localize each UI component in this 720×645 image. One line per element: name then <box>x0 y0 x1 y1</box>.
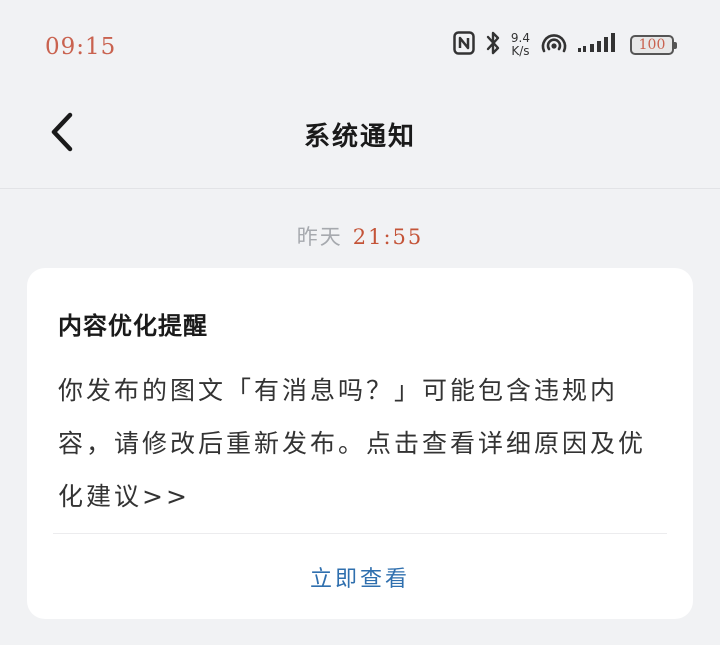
status-bar: 09:15 9.4 K/s 100 <box>0 0 720 92</box>
nfc-icon <box>453 31 475 59</box>
message-time: 21:55 <box>352 225 424 249</box>
card-divider <box>53 533 667 534</box>
network-speed: 9.4 K/s <box>511 32 530 58</box>
hotspot-icon <box>540 31 568 59</box>
notification-body[interactable]: 你发布的图文「有消息吗？」可能包含违规内容，请修改后重新发布。点击查看详细原因及… <box>58 364 664 523</box>
network-speed-unit: K/s <box>511 44 530 58</box>
battery-level: 100 <box>638 37 666 53</box>
bluetooth-icon <box>485 30 501 60</box>
signal-icon <box>578 32 620 58</box>
battery-icon: 100 <box>630 35 677 55</box>
message-date: 昨天 <box>296 225 343 249</box>
view-now-button[interactable]: 立即查看 <box>27 561 693 593</box>
status-clock: 09:15 <box>45 34 117 60</box>
message-timestamp: 昨天 21:55 <box>0 221 720 251</box>
nav-bar: 系统通知 <box>0 92 720 189</box>
notification-card[interactable]: 内容优化提醒 你发布的图文「有消息吗？」可能包含违规内容，请修改后重新发布。点击… <box>27 268 693 619</box>
page-title: 系统通知 <box>303 122 416 152</box>
notification-title: 内容优化提醒 <box>58 312 208 340</box>
status-icons: 9.4 K/s 100 <box>453 30 677 60</box>
